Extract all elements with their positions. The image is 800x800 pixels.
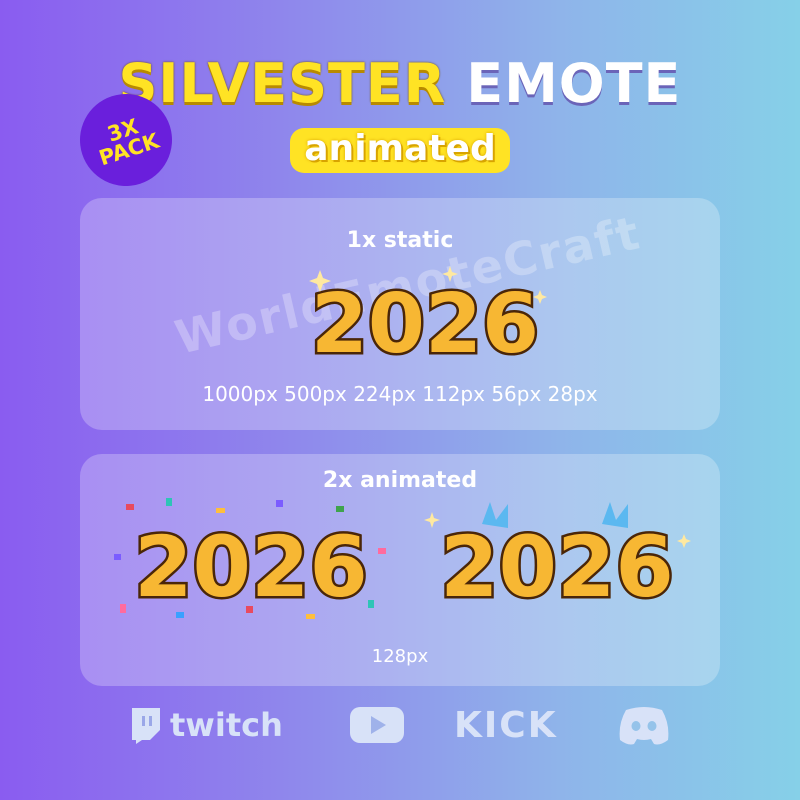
twitch-logo: twitch [128,700,283,750]
title-emote: EMOTE [466,52,682,115]
subtitle-animated: animated [290,128,510,173]
twitch-text: twitch [170,706,283,744]
discord-icon [619,707,669,745]
kick-logo: KICK [454,700,558,750]
static-sizes: 1000px 500px 224px 112px 56px 28px [202,382,598,406]
confetti-emote-text: 2026 [134,518,368,616]
youtube-logo [348,700,406,750]
fireworks-emote-text: 2026 [440,518,674,616]
animated-label: 2x animated [322,468,478,493]
animated-panel: 2x animated 2026 2026 128px [80,454,720,686]
title-silvester: SILVESTER [118,52,447,115]
fireworks-emote: 2026 [424,502,691,619]
discord-logo [616,700,672,750]
confetti-emote: 2026 [114,498,386,619]
kick-text: KICK [454,704,558,746]
animated-size: 128px [371,646,429,667]
static-panel: 1x static WorldEmoteCraft 2026 1000px 50… [80,198,720,430]
platform-footer: twitch KICK [0,700,800,750]
badge-pack: PACK [96,128,162,171]
static-emote-text: 2026 [311,277,539,372]
youtube-icon [350,707,404,743]
twitch-icon [132,708,160,744]
static-emote: 2026 [308,266,547,372]
